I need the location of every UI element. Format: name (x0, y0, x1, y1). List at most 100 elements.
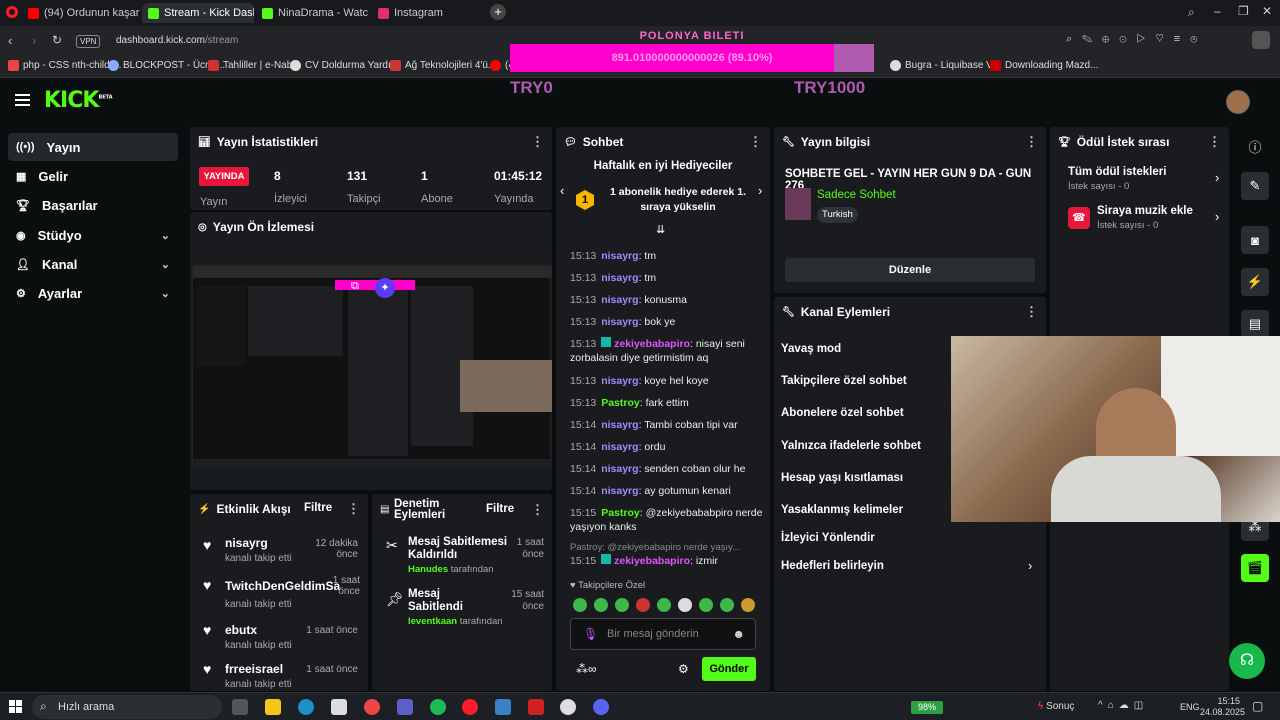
channel-action-followers-only[interactable]: Takipçilere özel sohbet (781, 375, 907, 387)
more-options-icon[interactable]: ⋮ (1025, 134, 1038, 150)
app-icon[interactable] (560, 699, 576, 715)
store-icon[interactable] (331, 699, 347, 715)
lightning-icon[interactable]: ⚡ (1241, 268, 1269, 296)
extensions-icon[interactable] (1252, 31, 1270, 49)
maximize-icon[interactable]: ❐ (1238, 4, 1249, 18)
emote-icon[interactable] (678, 598, 692, 612)
emote-icon[interactable] (741, 598, 755, 612)
stream-preview-video[interactable]: ⧉ ✦ (192, 265, 552, 469)
pencil-icon[interactable]: ✎ (1241, 172, 1269, 200)
channel-action-emote-only[interactable]: Yalnızca ifadelerle sohbet (781, 440, 921, 452)
notifications-icon[interactable]: ▢ (1252, 699, 1263, 713)
task-view-icon[interactable] (232, 699, 248, 715)
forward-icon[interactable]: › (32, 33, 36, 48)
file-explorer-icon[interactable] (265, 699, 281, 715)
category-link[interactable]: Sadece Sohbet (817, 189, 896, 201)
spotify-icon[interactable] (430, 699, 446, 715)
taskbar-search[interactable]: ⌕ Hızlı arama (32, 695, 222, 719)
tab-kick-dashboard[interactable]: Stream - Kick Dashboard (142, 3, 254, 23)
channel-action-host[interactable]: İzleyici Yönlendir (781, 532, 875, 544)
emote-icon[interactable] (657, 598, 671, 612)
back-icon[interactable]: ‹ (8, 33, 12, 48)
sidebar-item-achievements[interactable]: 🏆︎ Başarılar (8, 191, 178, 219)
vpn-badge[interactable]: VPN (76, 35, 101, 48)
emote-icon[interactable] (699, 598, 713, 612)
bookmark-item[interactable]: Tahliller | e-Nabız (208, 60, 300, 71)
info-icon[interactable]: ⓘ (1241, 132, 1269, 160)
search-tabs-icon[interactable]: ⌕ (1188, 5, 1195, 20)
clapper-icon[interactable]: 🎬︎ (1241, 554, 1269, 582)
emote-icon[interactable] (573, 598, 587, 612)
browser-toolbar-icons[interactable]: ⌕✎⊕⊙▷♡≡⊚ (1066, 33, 1207, 46)
chrome-icon[interactable] (364, 699, 380, 715)
sidebar-item-settings[interactable]: ⚙ Ayarlar ⌄ (8, 279, 178, 307)
sidebar-item-revenue[interactable]: ▦ Gelir (8, 162, 178, 190)
new-tab-button[interactable]: + (490, 4, 506, 20)
sidebar-item-channel[interactable]: 👤︎ Kanal ⌄ (8, 250, 178, 278)
more-options-icon[interactable]: ⋮ (1025, 304, 1038, 320)
send-button[interactable]: Gönder (702, 657, 756, 681)
discord-icon[interactable] (593, 699, 609, 715)
result-label[interactable]: ϟ Sonuç (1038, 701, 1074, 712)
notes-icon[interactable]: ▤ (1241, 310, 1269, 338)
system-tray-icons[interactable]: ^⌂☁◫ (1098, 700, 1148, 711)
kick-logo[interactable]: KICKBETA (44, 88, 113, 113)
channel-action-banned-words[interactable]: Yasaklanmış kelimeler (781, 504, 903, 516)
chat-input[interactable]: 🎙︎ Bir mesaj gönderin ☻ (570, 618, 756, 650)
emote-icon[interactable] (615, 598, 629, 612)
all-rewards-item[interactable]: Tüm ödül istekleri İstek sayısı - 0 (1068, 166, 1223, 192)
more-options-icon[interactable]: ⋮ (1208, 134, 1221, 150)
sidebar-item-stream[interactable]: ((•)) Yayın (8, 133, 178, 161)
teams-icon[interactable] (397, 699, 413, 715)
filter-button[interactable]: Filtre (304, 502, 332, 514)
sidebar-item-studio[interactable]: ◉ Stüdyo ⌄ (8, 221, 178, 249)
channel-action-account-age[interactable]: Hesap yaşı kısıtlaması (781, 472, 903, 484)
chat-extras-icon[interactable]: ⁂∞ (576, 662, 597, 676)
tab-instagram[interactable]: Instagram (372, 3, 484, 23)
language-indicator[interactable]: ENG (1180, 702, 1200, 712)
more-options-icon[interactable]: ⋮ (749, 134, 762, 150)
clock[interactable]: 15:15 24.08.2025 (1200, 696, 1245, 718)
minimize-icon[interactable]: – (1214, 4, 1221, 18)
scroll-down-icon[interactable]: ⇊ (656, 223, 665, 236)
bookmark-item[interactable]: Ağ Teknolojileri 4'ü... (390, 60, 496, 71)
chevron-left-icon[interactable]: ‹ (560, 183, 564, 198)
camera-icon[interactable]: ◙ (1241, 226, 1269, 254)
emoji-icon[interactable]: ☻ (732, 627, 745, 641)
edit-button[interactable]: Düzenle (785, 258, 1035, 282)
bookmark-item[interactable]: php - CSS nth-child(... (8, 60, 121, 71)
more-options-icon[interactable]: ⋮ (347, 501, 360, 517)
microphone-icon[interactable]: 🎙︎ (583, 627, 598, 641)
bookmark-item[interactable]: Bugra - Liquibase V... (890, 60, 1000, 71)
tab-ninadrama[interactable]: NinaDrama - Watch the V (256, 3, 368, 23)
emote-icon[interactable] (594, 598, 608, 612)
bookmark-item[interactable]: CV Doldurma Yardımı (290, 60, 402, 71)
app-icon[interactable] (528, 699, 544, 715)
channel-action-slow-mode[interactable]: Yavaş mod (781, 343, 841, 355)
sparkle-icon[interactable]: ✦ (375, 278, 395, 298)
tab-youtube[interactable]: (94) Ordunun kaşarı meşh (22, 3, 140, 23)
user-avatar[interactable] (1226, 90, 1250, 114)
bookmark-item[interactable]: Downloading Mazd... (990, 60, 1098, 71)
hamburger-menu-icon[interactable] (15, 94, 30, 106)
music-request-item[interactable]: Siraya muzik ekle İstek sayısı - 0 (1097, 205, 1207, 231)
emote-icon[interactable] (720, 598, 734, 612)
more-options-icon[interactable]: ⋮ (531, 502, 544, 518)
emote-icon[interactable] (636, 598, 650, 612)
opera-icon[interactable] (462, 699, 478, 715)
popout-icon[interactable]: ⧉ (351, 280, 365, 294)
channel-action-subscribers-only[interactable]: Abonelere özel sohbet (781, 407, 904, 419)
url-text[interactable]: dashboard.kick.com/stream (116, 35, 238, 46)
edge-icon[interactable] (298, 699, 314, 715)
support-button[interactable]: ☊ (1229, 643, 1265, 679)
reload-icon[interactable]: ↻ (52, 33, 62, 47)
windows-start-icon[interactable] (9, 700, 22, 713)
chevron-right-icon[interactable]: › (758, 183, 762, 198)
more-options-icon[interactable]: ⋮ (531, 134, 544, 150)
filter-button[interactable]: Filtre (486, 503, 514, 515)
channel-action-goals[interactable]: Hedefleri belirleyin (781, 560, 884, 572)
chat-settings-icon[interactable]: ⚙ (678, 662, 689, 676)
category-thumbnail[interactable] (785, 188, 811, 220)
app-icon[interactable] (495, 699, 511, 715)
close-icon[interactable]: ✕ (1262, 4, 1272, 18)
